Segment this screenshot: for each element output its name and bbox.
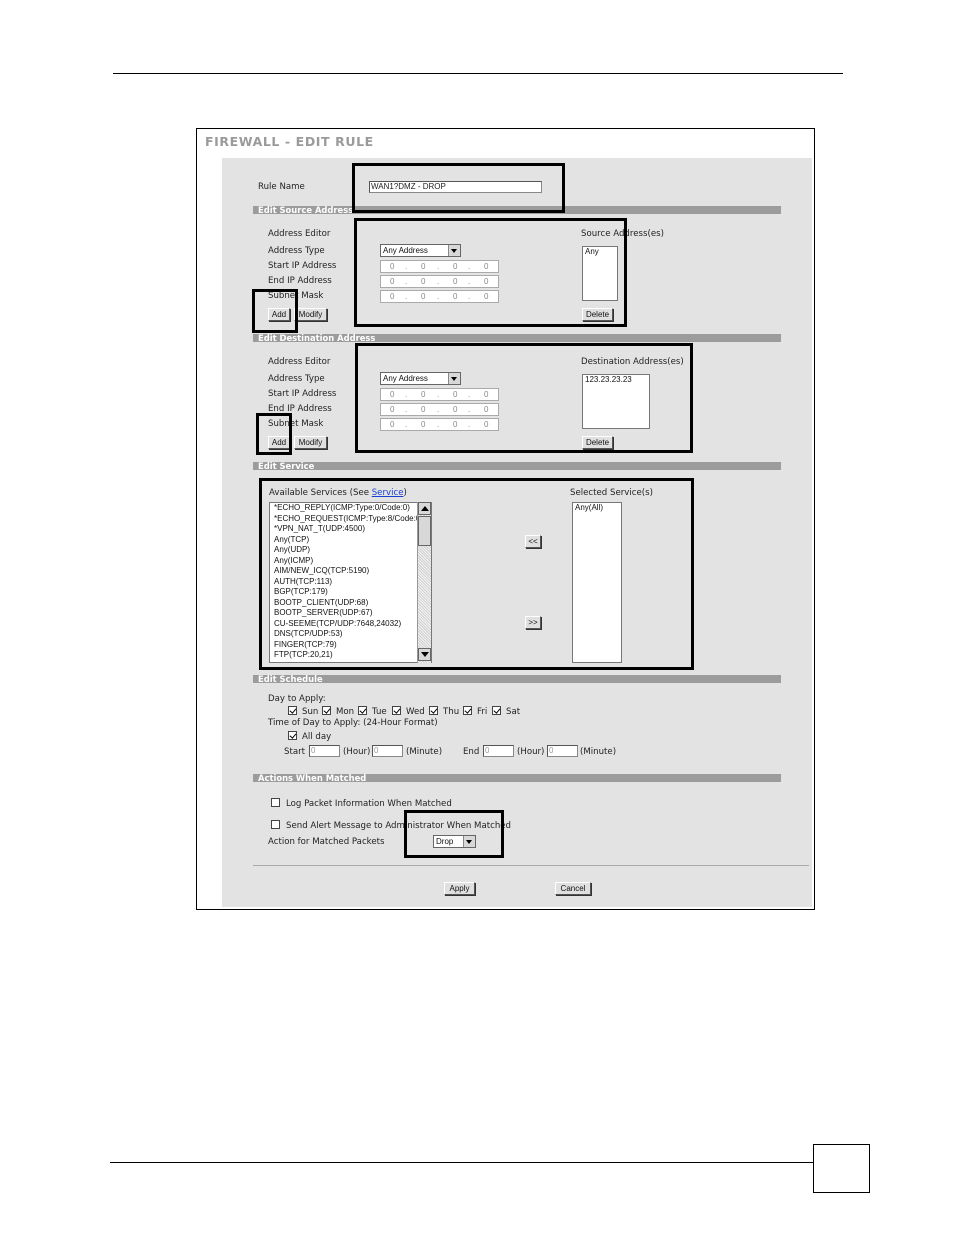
end-hour-input[interactable]: 0 bbox=[483, 745, 514, 757]
highlight-action bbox=[404, 810, 504, 858]
all-day-label: All day bbox=[302, 732, 332, 742]
start-label: Start bbox=[284, 747, 305, 757]
apply-button[interactable]: Apply bbox=[444, 882, 475, 895]
day-label: Thu bbox=[443, 707, 460, 717]
dest-section-title: Edit Destination Address bbox=[258, 333, 376, 343]
window-title: FIREWALL - EDIT RULE bbox=[205, 134, 374, 149]
src-start-ip-label: Start IP Address bbox=[268, 261, 337, 271]
start-minute-input[interactable]: 0 bbox=[372, 745, 403, 757]
dest-section-bar: Edit Destination Address bbox=[253, 333, 781, 343]
log-packet-checkbox[interactable] bbox=[271, 798, 280, 807]
day-label: Tue bbox=[372, 707, 387, 717]
day-label: Sat bbox=[506, 707, 521, 717]
day-label: Mon bbox=[336, 707, 355, 717]
day-checkbox-thu[interactable] bbox=[429, 706, 438, 715]
day-checkbox-wed[interactable] bbox=[392, 706, 401, 715]
actions-section-bar: Actions When Matched bbox=[253, 773, 781, 783]
day-checkbox-mon[interactable] bbox=[322, 706, 331, 715]
source-section-title: Edit Source Address bbox=[258, 205, 354, 215]
rule-name-label: Rule Name bbox=[258, 182, 305, 192]
service-section-title: Edit Service bbox=[258, 461, 315, 471]
actions-section-title: Actions When Matched bbox=[258, 773, 367, 783]
day-checkbox-sun[interactable] bbox=[288, 706, 297, 715]
service-section-bar: Edit Service bbox=[253, 461, 781, 471]
end-minute-label: (Minute) bbox=[580, 747, 617, 757]
end-hour-label: (Hour) bbox=[517, 747, 545, 757]
dst-modify-button[interactable]: Modify bbox=[294, 436, 327, 449]
start-hour-label: (Hour) bbox=[343, 747, 371, 757]
schedule-section-title: Edit Schedule bbox=[258, 674, 323, 684]
highlight-source-editor bbox=[354, 218, 627, 327]
highlight-service bbox=[259, 478, 694, 670]
day-checkbox-fri[interactable] bbox=[463, 706, 472, 715]
day-label: Wed bbox=[406, 707, 425, 717]
day-checkbox-tue[interactable] bbox=[358, 706, 367, 715]
all-day-checkbox[interactable] bbox=[288, 731, 297, 740]
day-to-apply-label: Day to Apply: bbox=[268, 694, 326, 704]
highlight-rule-name bbox=[352, 163, 565, 213]
highlight-dest-add bbox=[256, 413, 292, 455]
highlight-source-add bbox=[252, 289, 298, 333]
src-address-type-label: Address Type bbox=[268, 246, 325, 256]
start-hour-input[interactable]: 0 bbox=[309, 745, 340, 757]
day-label: Sun bbox=[302, 707, 319, 717]
header-rule bbox=[113, 73, 843, 74]
footer-rule bbox=[110, 1162, 814, 1163]
end-minute-input[interactable]: 0 bbox=[547, 745, 578, 757]
time-of-day-label: Time of Day to Apply: (24-Hour Format) bbox=[268, 718, 438, 728]
day-label: Fri bbox=[477, 707, 488, 717]
src-modify-button[interactable]: Modify bbox=[294, 308, 327, 321]
schedule-section-bar: Edit Schedule bbox=[253, 674, 781, 684]
dst-start-ip-label: Start IP Address bbox=[268, 389, 337, 399]
cancel-button[interactable]: Cancel bbox=[555, 882, 591, 895]
day-checkbox-sat[interactable] bbox=[492, 706, 501, 715]
end-label: End bbox=[463, 747, 480, 757]
src-address-editor-label: Address Editor bbox=[268, 229, 331, 239]
action-label: Action for Matched Packets bbox=[268, 837, 385, 847]
divider bbox=[253, 865, 809, 866]
dst-address-type-label: Address Type bbox=[268, 374, 325, 384]
start-minute-label: (Minute) bbox=[406, 747, 443, 757]
dst-address-editor-label: Address Editor bbox=[268, 357, 331, 367]
src-end-ip-label: End IP Address bbox=[268, 276, 332, 286]
highlight-dest-editor bbox=[355, 343, 693, 453]
page-number-box bbox=[813, 1144, 870, 1193]
log-packet-label: Log Packet Information When Matched bbox=[286, 799, 452, 809]
send-alert-checkbox[interactable] bbox=[271, 820, 280, 829]
